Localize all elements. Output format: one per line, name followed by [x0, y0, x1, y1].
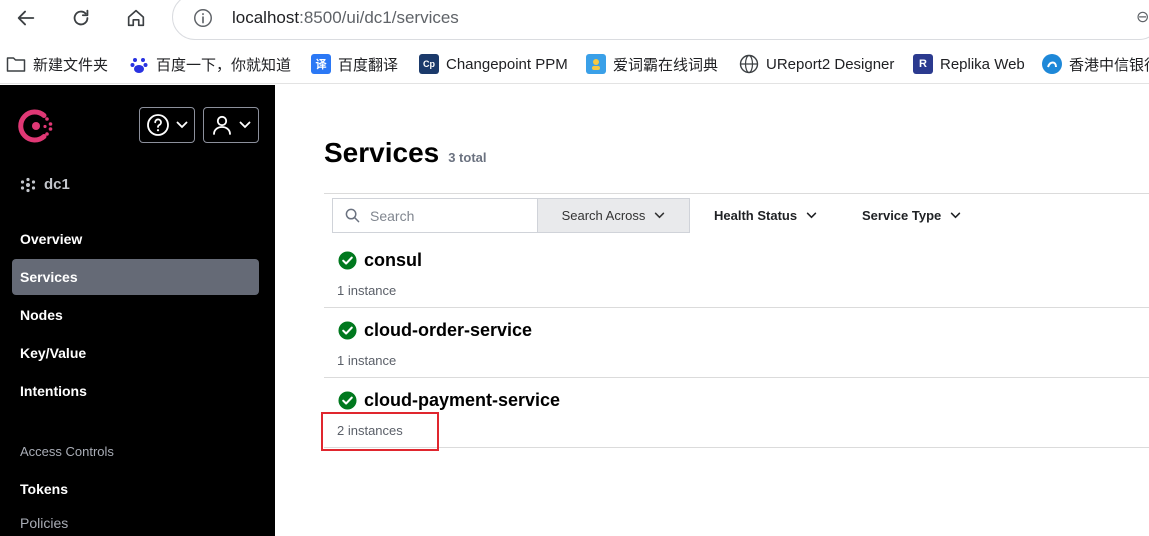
chevron-down-icon — [951, 212, 961, 219]
datacenter-label: dc1 — [44, 176, 70, 193]
service-type-label: Service Type — [862, 208, 942, 223]
datacenter-selector[interactable]: dc1 — [20, 176, 70, 193]
main-content: Services 3 total Search Across Health St… — [276, 85, 1149, 536]
service-type-filter[interactable]: Service Type — [862, 198, 961, 233]
consul-logo-icon[interactable] — [17, 107, 55, 145]
folder-icon — [6, 54, 26, 74]
bookmarks-bar: 新建文件夹 百度一下，你就知道 译 百度翻译 Cp Changepoint PP… — [0, 44, 1149, 84]
bookmark-label: 百度一下，你就知道 — [156, 56, 292, 74]
page-title: Services — [324, 137, 440, 168]
back-button[interactable] — [10, 4, 42, 32]
instance-count: 1 instance — [337, 353, 397, 368]
service-name: cloud-payment-service — [364, 390, 561, 410]
datacenter-icon — [20, 177, 36, 192]
home-button[interactable] — [120, 4, 152, 32]
sidebar-item-label: Services — [20, 269, 78, 285]
bookmark-ureport[interactable]: UReport2 Designer — [739, 53, 894, 75]
search-across-dropdown[interactable]: Search Across — [537, 198, 690, 233]
help-icon — [147, 114, 169, 136]
url-path: :8500/ui/dc1/services — [299, 8, 459, 27]
url-host: localhost — [232, 8, 300, 27]
bookmark-iciba[interactable]: 爱词霸在线词典 — [586, 53, 718, 75]
instance-count: 1 instance — [337, 283, 397, 298]
sidebar-item-tokens[interactable]: Tokens — [12, 471, 259, 507]
service-name-link[interactable]: cloud-order-service — [338, 320, 532, 341]
chevron-down-icon — [176, 121, 188, 129]
chevron-down-icon — [239, 121, 251, 129]
user-menu-button[interactable] — [203, 107, 259, 143]
annotation-highlight-box — [321, 412, 439, 451]
health-status-filter[interactable]: Health Status — [714, 198, 817, 233]
page-header: Services 3 total — [324, 137, 487, 169]
sidebar-item-services[interactable]: Services — [12, 259, 259, 295]
bookmark-label: 百度翻译 — [338, 56, 399, 74]
bookmark-label: Changepoint PPM — [446, 55, 568, 73]
sidebar-item-overview[interactable]: Overview — [12, 221, 259, 257]
replika-icon: R — [913, 54, 933, 74]
sidebar-item-label: Overview — [20, 231, 83, 247]
bookmark-new-folder[interactable]: 新建文件夹 — [6, 53, 108, 75]
bank-icon — [1042, 54, 1062, 74]
bookmark-label: 新建文件夹 — [33, 56, 109, 74]
search-box[interactable] — [332, 198, 538, 233]
check-circle-icon — [338, 251, 357, 270]
bookmark-changepoint[interactable]: Cp Changepoint PPM — [419, 53, 568, 75]
chevron-down-icon — [655, 212, 665, 219]
changepoint-icon: Cp — [419, 54, 439, 74]
site-info-icon[interactable] — [192, 7, 214, 29]
reload-icon — [73, 9, 89, 26]
bookmark-replika[interactable]: R Replika Web — [913, 53, 1025, 75]
translate-icon: 译 — [311, 54, 331, 74]
health-status-label: Health Status — [714, 208, 798, 223]
sidebar-item-label: Tokens — [20, 481, 68, 497]
bookmark-baidu-translate[interactable]: 译 百度翻译 — [311, 53, 398, 75]
sidebar-item-intentions[interactable]: Intentions — [12, 373, 259, 409]
access-controls-heading: Access Controls — [20, 444, 114, 459]
service-name-link[interactable]: consul — [338, 250, 422, 271]
reload-button[interactable] — [65, 4, 97, 32]
search-icon — [345, 208, 360, 223]
bookmark-label: 爱词霸在线词典 — [613, 56, 719, 74]
check-circle-icon — [338, 321, 357, 340]
service-name: consul — [364, 250, 423, 270]
header-divider — [324, 193, 1149, 194]
arrow-left-icon — [17, 10, 35, 26]
search-input[interactable] — [370, 207, 520, 224]
user-icon — [213, 115, 231, 135]
service-name-link[interactable]: cloud-payment-service — [338, 390, 560, 411]
zoom-icon[interactable]: ⊖ — [1136, 7, 1149, 27]
url-text[interactable]: localhost:8500/ui/dc1/services — [232, 8, 459, 28]
sidebar-item-label: Intentions — [20, 383, 87, 399]
sidebar-item-key-value[interactable]: Key/Value — [12, 335, 259, 371]
bookmark-label: UReport2 Designer — [766, 55, 895, 73]
sidebar-item-label: Key/Value — [20, 345, 87, 361]
check-circle-icon — [338, 391, 357, 410]
home-icon — [127, 9, 145, 27]
service-row[interactable]: cloud-payment-service 2 instances — [324, 378, 1149, 448]
service-row[interactable]: consul 1 instance — [324, 238, 1149, 308]
bookmark-baidu[interactable]: 百度一下，你就知道 — [129, 53, 291, 75]
baidu-icon — [129, 54, 149, 74]
service-row[interactable]: cloud-order-service 1 instance — [324, 308, 1149, 378]
app-sidebar: dc1 Overview Services Nodes Key/Value In… — [0, 85, 275, 536]
help-menu-button[interactable] — [139, 107, 195, 143]
service-count: 3 total — [448, 150, 487, 165]
browser-toolbar: localhost:8500/ui/dc1/services ⊖ — [0, 0, 1149, 40]
globe-icon — [739, 54, 759, 74]
sidebar-item-label: Policies — [20, 515, 69, 531]
chevron-down-icon — [806, 212, 817, 219]
service-name: cloud-order-service — [364, 320, 533, 340]
bookmark-label: Replika Web — [940, 55, 1025, 73]
sidebar-item-label: Nodes — [20, 307, 63, 323]
search-across-label: Search Across — [561, 208, 646, 223]
bookmark-citic-bank[interactable]: 香港中信银行 — [1042, 53, 1149, 75]
sidebar-item-policies[interactable]: Policies — [12, 505, 259, 536]
bookmark-label: 香港中信银行 — [1069, 56, 1149, 74]
iciba-icon — [586, 54, 606, 74]
sidebar-item-nodes[interactable]: Nodes — [12, 297, 259, 333]
